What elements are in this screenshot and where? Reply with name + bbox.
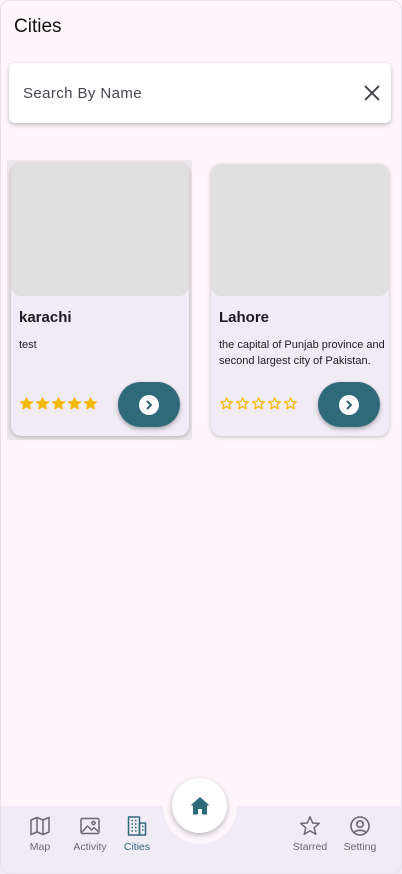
city-card[interactable]: karachi test	[11, 164, 189, 436]
chevron-right-icon	[339, 394, 359, 415]
nav-label: Setting	[343, 841, 377, 853]
star-filled-icon	[36, 397, 49, 410]
star-filled-icon	[68, 397, 81, 410]
map-icon	[30, 816, 50, 836]
nav-label: Cities	[123, 841, 151, 853]
open-city-button[interactable]	[118, 382, 180, 427]
star-rating	[219, 396, 298, 411]
search-bar	[9, 63, 391, 123]
city-description: the capital of Punjab province and secon…	[219, 339, 385, 367]
star-outline-icon	[252, 397, 265, 410]
account-icon	[350, 816, 370, 836]
nav-item-cities[interactable]: Cities	[107, 814, 167, 853]
search-input[interactable]	[23, 81, 343, 105]
city-name: karachi	[19, 309, 72, 326]
star-outline-icon	[284, 397, 297, 410]
star-filled-icon	[20, 397, 33, 410]
buildings-icon	[127, 816, 147, 836]
home-icon	[190, 796, 209, 814]
star-outline-icon	[220, 397, 233, 410]
city-image-placeholder	[11, 164, 189, 296]
chevron-right-icon	[139, 394, 159, 415]
city-card[interactable]: Lahore the capital of Punjab province an…	[211, 164, 389, 436]
star-filled-icon	[84, 397, 97, 410]
star-rating	[19, 396, 98, 411]
star-outline-icon	[268, 397, 281, 410]
close-icon[interactable]	[361, 82, 383, 104]
image-icon	[80, 817, 100, 835]
star-filled-icon	[52, 397, 65, 410]
star-icon	[299, 816, 321, 836]
nav-item-setting[interactable]: Setting	[330, 814, 390, 853]
page-title: Cities	[14, 16, 62, 37]
city-image-placeholder	[211, 164, 389, 296]
city-name: Lahore	[219, 309, 270, 326]
city-description: test	[19, 339, 37, 351]
open-city-button[interactable]	[318, 382, 380, 427]
home-button[interactable]	[172, 778, 227, 833]
star-outline-icon	[236, 397, 249, 410]
